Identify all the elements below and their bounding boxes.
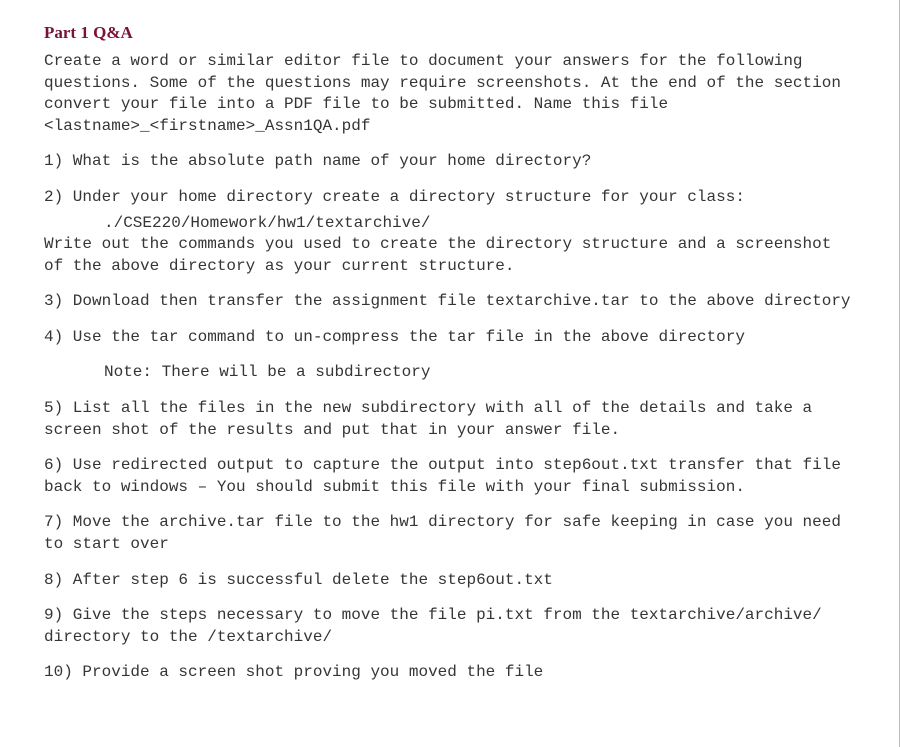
question-7: 7) Move the archive.tar file to the hw1 … [44,512,855,555]
question-2-path: ./CSE220/Homework/hw1/textarchive/ [44,213,855,235]
question-1: 1) What is the absolute path name of you… [44,151,855,173]
question-2-after: Write out the commands you used to creat… [44,234,855,277]
question-8: 8) After step 6 is successful delete the… [44,570,855,592]
question-4-note: Note: There will be a subdirectory [44,362,855,384]
section-title: Part 1 Q&A [44,0,855,45]
question-4: 4) Use the tar command to un-compress th… [44,327,855,349]
question-9: 9) Give the steps necessary to move the … [44,605,855,648]
question-2: 2) Under your home directory create a di… [44,187,855,209]
intro-paragraph: Create a word or similar editor file to … [44,51,855,137]
document-page: Part 1 Q&A Create a word or similar edit… [0,0,900,747]
question-5: 5) List all the files in the new subdire… [44,398,855,441]
question-3: 3) Download then transfer the assignment… [44,291,855,313]
question-6: 6) Use redirected output to capture the … [44,455,855,498]
question-10: 10) Provide a screen shot proving you mo… [44,662,855,684]
